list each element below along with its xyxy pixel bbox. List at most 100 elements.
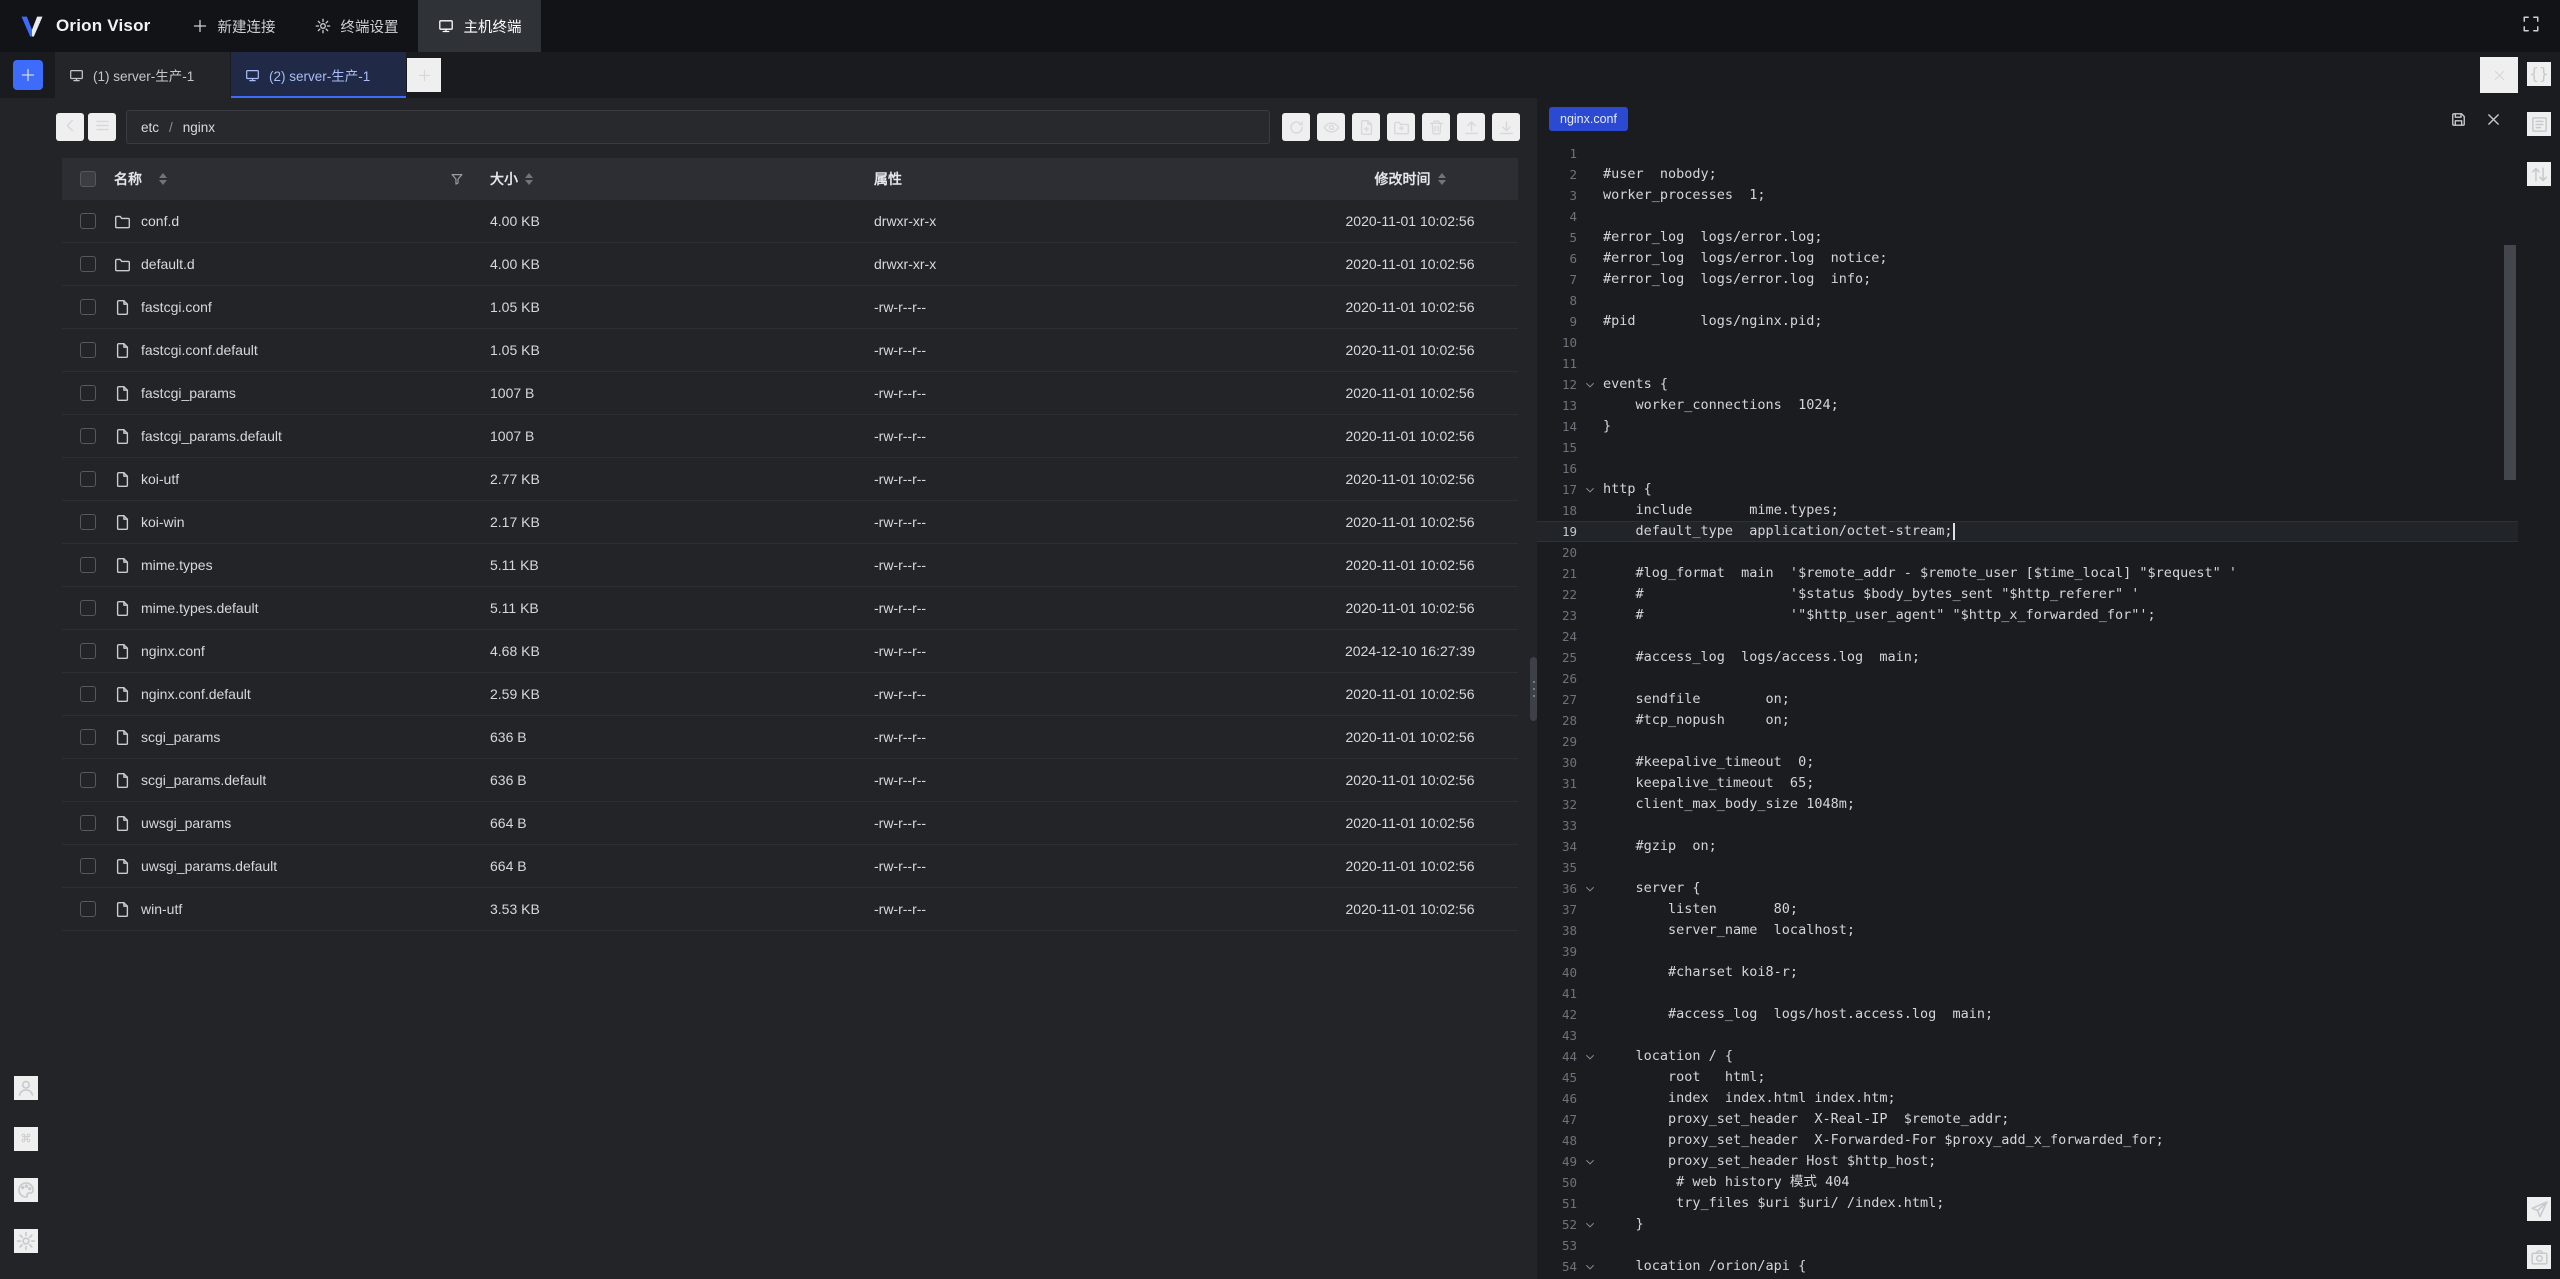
row-checkbox[interactable] — [80, 428, 96, 444]
code-line-5[interactable]: 5#error_log logs/error.log; — [1537, 227, 2518, 248]
file-name[interactable]: win-utf — [141, 901, 182, 917]
code-line-49[interactable]: 49 proxy_set_header Host $http_host; — [1537, 1151, 2518, 1172]
code-line-17[interactable]: 17http { — [1537, 479, 2518, 500]
code-line-50[interactable]: 50 # web history 模式 404 — [1537, 1172, 2518, 1193]
code-line-4[interactable]: 4 — [1537, 206, 2518, 227]
show-hidden-button[interactable] — [1317, 113, 1345, 141]
file-name[interactable]: fastcgi.conf — [141, 299, 212, 315]
row-checkbox[interactable] — [80, 858, 96, 874]
file-name[interactable]: nginx.conf — [141, 643, 205, 659]
code-line-52[interactable]: 52 } — [1537, 1214, 2518, 1235]
file-name[interactable]: mime.types.default — [141, 600, 259, 616]
code-line-13[interactable]: 13 worker_connections 1024; — [1537, 395, 2518, 416]
file-row[interactable]: scgi_params636 B-rw-r--r--2020-11-01 10:… — [62, 716, 1518, 759]
fold-chevron-icon[interactable] — [1577, 379, 1603, 391]
code-line-41[interactable]: 41 — [1537, 983, 2518, 1004]
fold-chevron-icon[interactable] — [1577, 1051, 1603, 1063]
fold-chevron-icon[interactable] — [1577, 484, 1603, 496]
code-line-18[interactable]: 18 include mime.types; — [1537, 500, 2518, 521]
file-row[interactable]: koi-win2.17 KB-rw-r--r--2020-11-01 10:02… — [62, 501, 1518, 544]
menu-terminal-settings[interactable]: 终端设置 — [295, 0, 418, 52]
transfer-list-button[interactable] — [2527, 162, 2551, 186]
file-name[interactable]: fastcgi_params — [141, 385, 236, 401]
new-file-button[interactable] — [1352, 113, 1380, 141]
row-checkbox[interactable] — [80, 772, 96, 788]
code-line-21[interactable]: 21 #log_format main '$remote_addr - $rem… — [1537, 563, 2518, 584]
file-row[interactable]: fastcgi.conf1.05 KB-rw-r--r--2020-11-01 … — [62, 286, 1518, 329]
code-line-43[interactable]: 43 — [1537, 1025, 2518, 1046]
row-checkbox[interactable] — [80, 342, 96, 358]
code-line-6[interactable]: 6#error_log logs/error.log notice; — [1537, 248, 2518, 269]
open-file-tag[interactable]: nginx.conf — [1549, 107, 1628, 131]
row-checkbox[interactable] — [80, 514, 96, 530]
file-name[interactable]: fastcgi.conf.default — [141, 342, 258, 358]
filter-icon[interactable] — [450, 172, 464, 186]
file-row[interactable]: koi-utf2.77 KB-rw-r--r--2020-11-01 10:02… — [62, 458, 1518, 501]
code-line-9[interactable]: 9#pid logs/nginx.pid; — [1537, 311, 2518, 332]
snippets-button[interactable]: {} — [2527, 62, 2551, 86]
code-line-10[interactable]: 10 — [1537, 332, 2518, 353]
code-line-23[interactable]: 23 # '"$http_user_agent" "$http_x_forwar… — [1537, 605, 2518, 626]
save-icon[interactable] — [2450, 111, 2467, 128]
file-row[interactable]: fastcgi.conf.default1.05 KB-rw-r--r--202… — [62, 329, 1518, 372]
file-row[interactable]: fastcgi_params.default1007 B-rw-r--r--20… — [62, 415, 1518, 458]
code-line-14[interactable]: 14} — [1537, 416, 2518, 437]
row-checkbox[interactable] — [80, 686, 96, 702]
file-row[interactable]: uwsgi_params664 B-rw-r--r--2020-11-01 10… — [62, 802, 1518, 845]
file-name[interactable]: nginx.conf.default — [141, 686, 251, 702]
code-line-8[interactable]: 8 — [1537, 290, 2518, 311]
code-line-28[interactable]: 28 #tcp_nopush on; — [1537, 710, 2518, 731]
code-line-32[interactable]: 32 client_max_body_size 1048m; — [1537, 794, 2518, 815]
file-name[interactable]: scgi_params — [141, 729, 220, 745]
file-row[interactable]: mime.types5.11 KB-rw-r--r--2020-11-01 10… — [62, 544, 1518, 587]
send-command-button[interactable] — [2527, 1197, 2551, 1221]
file-name[interactable]: default.d — [141, 256, 195, 272]
code-line-12[interactable]: 12events { — [1537, 374, 2518, 395]
add-tab-button[interactable] — [407, 58, 441, 92]
code-line-25[interactable]: 25 #access_log logs/access.log main; — [1537, 647, 2518, 668]
delete-button[interactable] — [1422, 113, 1450, 141]
file-name[interactable]: koi-win — [141, 514, 185, 530]
code-line-20[interactable]: 20 — [1537, 542, 2518, 563]
row-checkbox[interactable] — [80, 600, 96, 616]
code-line-46[interactable]: 46 index index.html index.htm; — [1537, 1088, 2518, 1109]
close-editor-icon[interactable] — [2485, 111, 2502, 128]
resize-grip-icon[interactable] — [1530, 657, 1537, 721]
code-line-35[interactable]: 35 — [1537, 857, 2518, 878]
row-checkbox[interactable] — [80, 213, 96, 229]
code-line-29[interactable]: 29 — [1537, 731, 2518, 752]
upload-button[interactable] — [1457, 113, 1485, 141]
terminal-tab-1[interactable]: (1) server-生产-1 — [55, 52, 231, 98]
file-name[interactable]: conf.d — [141, 213, 179, 229]
fold-chevron-icon[interactable] — [1577, 883, 1603, 895]
panel-resize-handle[interactable] — [1530, 98, 1537, 1279]
code-line-48[interactable]: 48 proxy_set_header X-Forwarded-For $pro… — [1537, 1130, 2518, 1151]
code-line-31[interactable]: 31 keepalive_timeout 65; — [1537, 773, 2518, 794]
file-row[interactable]: uwsgi_params.default664 B-rw-r--r--2020-… — [62, 845, 1518, 888]
fold-chevron-icon[interactable] — [1577, 1156, 1603, 1168]
file-row[interactable]: conf.d4.00 KBdrwxr-xr-x2020-11-01 10:02:… — [62, 200, 1518, 243]
file-row[interactable]: default.d4.00 KBdrwxr-xr-x2020-11-01 10:… — [62, 243, 1518, 286]
breadcrumb-item-etc[interactable]: etc — [141, 120, 159, 135]
code-line-34[interactable]: 34 #gzip on; — [1537, 836, 2518, 857]
code-line-24[interactable]: 24 — [1537, 626, 2518, 647]
code-line-22[interactable]: 22 # '$status $body_bytes_sent "$http_re… — [1537, 584, 2518, 605]
fold-chevron-icon[interactable] — [1577, 1261, 1603, 1273]
file-name[interactable]: uwsgi_params.default — [141, 858, 277, 874]
code-line-38[interactable]: 38 server_name localhost; — [1537, 920, 2518, 941]
file-row[interactable]: nginx.conf4.68 KB-rw-r--r--2024-12-10 16… — [62, 630, 1518, 673]
new-folder-button[interactable] — [1387, 113, 1415, 141]
code-line-51[interactable]: 51 try_files $uri $uri/ /index.html; — [1537, 1193, 2518, 1214]
code-line-27[interactable]: 27 sendfile on; — [1537, 689, 2518, 710]
breadcrumb[interactable]: etc / nginx — [126, 110, 1270, 144]
list-view-button[interactable] — [88, 113, 116, 141]
sort-name-control[interactable] — [159, 173, 167, 185]
file-name[interactable]: koi-utf — [141, 471, 179, 487]
menu-host-terminal[interactable]: 主机终端 — [418, 0, 541, 52]
code-line-53[interactable]: 53 — [1537, 1235, 2518, 1256]
code-line-3[interactable]: 3worker_processes 1; — [1537, 185, 2518, 206]
menu-new-connection[interactable]: 新建连接 — [172, 0, 295, 52]
close-panel-button[interactable] — [2480, 57, 2518, 93]
fullscreen-icon[interactable] — [2522, 15, 2540, 38]
settings-button[interactable] — [14, 1229, 38, 1253]
